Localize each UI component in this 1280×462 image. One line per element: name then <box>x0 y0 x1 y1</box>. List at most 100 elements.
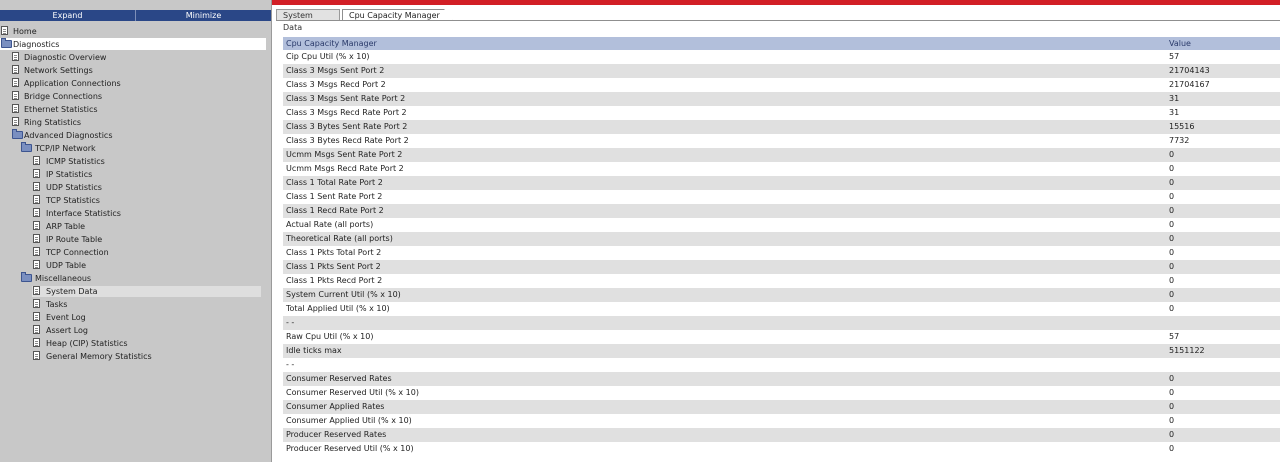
row-label: Class 1 Sent Rate Port 2 <box>283 190 1166 204</box>
tree-item-arp-table[interactable]: ARP Table <box>0 220 271 233</box>
tree-item-home[interactable]: Home <box>0 25 271 38</box>
tree-item-label: Diagnostic Overview <box>24 53 107 62</box>
row-value: 0 <box>1166 218 1280 232</box>
tree-item-advanced-diagnostics[interactable]: Advanced Diagnostics <box>0 129 271 142</box>
tree-item-ip-route-table[interactable]: IP Route Table <box>0 233 271 246</box>
doc-icon <box>33 234 40 243</box>
tree-item-event-log[interactable]: Event Log <box>0 311 271 324</box>
row-label: Class 1 Pkts Sent Port 2 <box>283 260 1166 274</box>
row-value: 0 <box>1166 274 1280 288</box>
doc-icon <box>33 182 40 191</box>
row-value: 0 <box>1166 428 1280 442</box>
row-label: Total Applied Util (% x 10) <box>283 302 1166 316</box>
row-value <box>1166 316 1280 330</box>
row-label: Class 3 Msgs Sent Port 2 <box>283 64 1166 78</box>
table-row: Class 1 Pkts Recd Port 20 <box>283 274 1280 288</box>
table-row: Theoretical Rate (all ports) 0 <box>283 232 1280 246</box>
tree-item-label: System Data <box>46 287 98 296</box>
table-row: Ucmm Msgs Sent Rate Port 20 <box>283 148 1280 162</box>
doc-icon <box>33 195 40 204</box>
row-label: Class 1 Total Rate Port 2 <box>283 176 1166 190</box>
row-label: Raw Cpu Util (% x 10) <box>283 330 1166 344</box>
table-row: Class 3 Msgs Recd Rate Port 2 31 <box>283 106 1280 120</box>
tree-item-icmp-statistics[interactable]: ICMP Statistics <box>0 155 271 168</box>
row-value: 57 <box>1166 50 1280 64</box>
tree-item-label: Event Log <box>46 313 86 322</box>
tree-item-system-data[interactable]: System Data <box>0 285 271 298</box>
doc-icon <box>12 91 19 100</box>
row-label: Consumer Applied Rates <box>283 400 1166 414</box>
tree-item-udp-statistics[interactable]: UDP Statistics <box>0 181 271 194</box>
doc-icon <box>33 299 40 308</box>
minimize-button[interactable]: Minimize <box>136 10 271 21</box>
tree-item-tcp-ip-network[interactable]: TCP/IP Network <box>0 142 271 155</box>
table-row: Producer Reserved Rates 0 <box>283 428 1280 442</box>
navigation-panel: Expand Minimize Home Diagnostics Diagnosti… <box>0 0 272 462</box>
table-row: Class 3 Bytes Recd Rate Port 2 7732 <box>283 134 1280 148</box>
tree-item-network-settings[interactable]: Network Settings <box>0 64 271 77</box>
row-value: 0 <box>1166 386 1280 400</box>
tree-item-bridge-connections[interactable]: Bridge Connections <box>0 90 271 103</box>
navigation-tree: Home Diagnostics Diagnostic Overview Networ… <box>0 25 271 363</box>
table-row: Total Applied Util (% x 10) 0 <box>283 302 1280 316</box>
row-value: 0 <box>1166 372 1280 386</box>
table-row: Consumer Applied Util (% x 10) 0 <box>283 414 1280 428</box>
tree-item-label: UDP Statistics <box>46 183 102 192</box>
row-value: 21704143 <box>1166 64 1280 78</box>
tree-item-tcp-statistics[interactable]: TCP Statistics <box>0 194 271 207</box>
row-label: Producer Reserved Util (% x 10) <box>283 442 1166 456</box>
row-label: Class 3 Bytes Sent Rate Port 2 <box>283 120 1166 134</box>
table-row: Class 1 Total Rate Port 20 <box>283 176 1280 190</box>
tree-item-label: Miscellaneous <box>35 274 92 283</box>
row-label: Cip Cpu Util (% x 10) <box>283 50 1166 64</box>
tree-item-heap-cip-statistics[interactable]: Heap (CIP) Statistics <box>0 337 271 350</box>
doc-icon <box>12 117 19 126</box>
doc-icon <box>33 156 40 165</box>
tree-item-udp-table[interactable]: UDP Table <box>0 259 271 272</box>
tree-item-miscellaneous[interactable]: Miscellaneous <box>0 272 271 285</box>
folder-icon <box>21 142 32 152</box>
expand-button[interactable]: Expand <box>0 10 136 21</box>
tree-item-interface-statistics[interactable]: Interface Statistics <box>0 207 271 220</box>
folder-icon <box>12 129 23 139</box>
tree-item-ip-statistics[interactable]: IP Statistics <box>0 168 271 181</box>
tab-divider <box>276 20 1280 21</box>
tree-item-label: Ethernet Statistics <box>24 105 98 114</box>
tree-item-tcp-connection[interactable]: TCP Connection <box>0 246 271 259</box>
tree-item-assert-log[interactable]: Assert Log <box>0 324 271 337</box>
tree-item-label: Interface Statistics <box>46 209 121 218</box>
doc-icon <box>33 208 40 217</box>
tree-item-tasks[interactable]: Tasks <box>0 298 271 311</box>
tree-item-general-memory-statistics[interactable]: General Memory Statistics <box>0 350 271 363</box>
doc-icon <box>33 351 40 360</box>
row-value: 5151122 <box>1166 344 1280 358</box>
tree-item-diagnostic-overview[interactable]: Diagnostic Overview <box>0 51 271 64</box>
row-value: 0 <box>1166 232 1280 246</box>
row-label: Producer Reserved Rates <box>283 428 1166 442</box>
row-value: 31 <box>1166 106 1280 120</box>
tree-item-diagnostics[interactable]: Diagnostics <box>0 38 271 51</box>
tree-item-label: Home <box>13 27 37 36</box>
folder-icon <box>1 38 12 48</box>
row-label: Class 3 Bytes Recd Rate Port 2 <box>283 134 1166 148</box>
row-value: 15516 <box>1166 120 1280 134</box>
table-row: Producer Reserved Util (% x 10) 0 <box>283 442 1280 456</box>
table-row: Class 3 Msgs Sent Rate Port 2 31 <box>283 92 1280 106</box>
tree-item-label: Advanced Diagnostics <box>24 131 113 140</box>
column-header-name: Cpu Capacity Manager <box>283 37 1166 50</box>
tree-item-ethernet-statistics[interactable]: Ethernet Statistics <box>0 103 271 116</box>
row-label: - - <box>283 316 1166 330</box>
row-value: 7732 <box>1166 134 1280 148</box>
table-row: Consumer Reserved Rates 0 <box>283 372 1280 386</box>
tree-item-application-connections[interactable]: Application Connections <box>0 77 271 90</box>
tree-item-ring-statistics[interactable]: Ring Statistics <box>0 116 271 129</box>
row-label: Consumer Reserved Util (% x 10) <box>283 386 1166 400</box>
row-label: Consumer Applied Util (% x 10) <box>283 414 1166 428</box>
row-label: Consumer Reserved Rates <box>283 372 1166 386</box>
row-label: Ucmm Msgs Recd Rate Port 2 <box>283 162 1166 176</box>
row-label: Ucmm Msgs Sent Rate Port 2 <box>283 148 1166 162</box>
doc-icon <box>33 247 40 256</box>
tree-item-label: Assert Log <box>46 326 88 335</box>
table-row: Class 3 Bytes Sent Rate Port 2 15516 <box>283 120 1280 134</box>
doc-icon <box>33 286 40 295</box>
